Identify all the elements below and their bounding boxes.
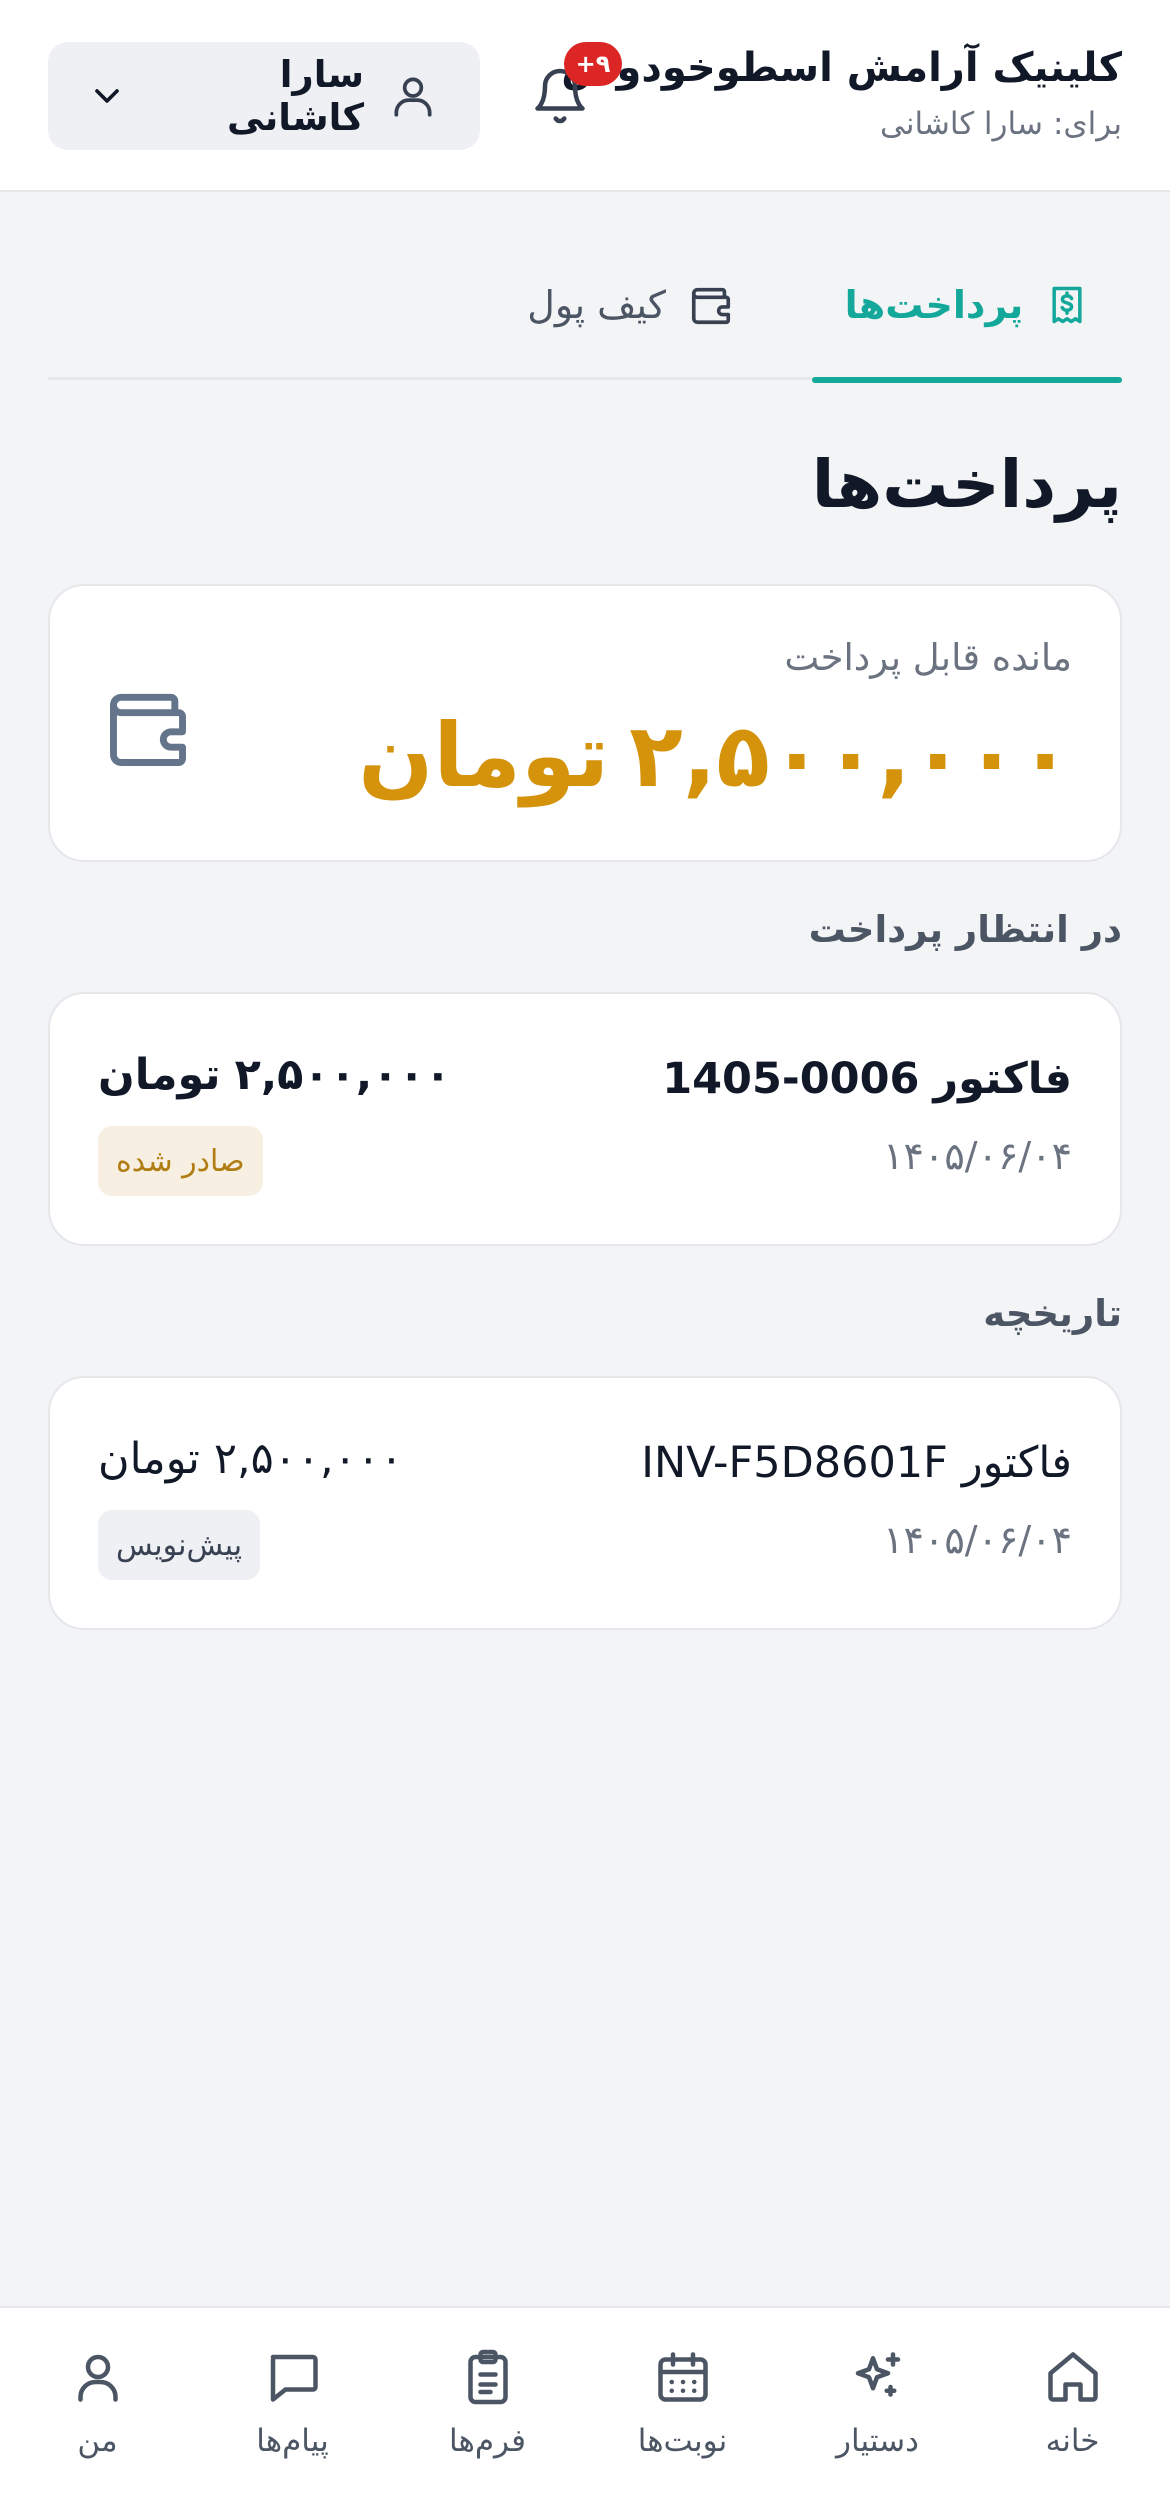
nav-item-messages[interactable]: پیام‌ها	[195, 2308, 390, 2496]
nav-item-label: خانه	[1045, 2423, 1100, 2459]
invoice-card-history[interactable]: فاکتور INV-F5D8601F ۱۴۰۵/۰۶/۰۴ ۲,۵۰۰,۰۰۰ ت…	[48, 1376, 1122, 1630]
clipboard-icon	[456, 2345, 520, 2409]
nav-item-label: دستیار	[836, 2423, 919, 2459]
nav-item-label: نوبت‌ها	[637, 2423, 728, 2459]
invoice-amount-unit: تومان	[98, 1050, 221, 1100]
for-label: برای:	[1052, 106, 1122, 142]
bottom-nav: خانه دستیار نوبت‌ها	[0, 2306, 1170, 2496]
invoice-amount: ۲,۵۰۰,۰۰۰ تومان	[98, 1434, 403, 1484]
invoice-amount-value: ۲,۵۰۰,۰۰۰	[234, 1050, 451, 1100]
balance-amount-unit: تومان	[358, 704, 610, 807]
invoice-title: فاکتور 1405-0006	[662, 1054, 1072, 1104]
invoice-prefix: فاکتور	[933, 1054, 1072, 1104]
invoice-card-pending[interactable]: فاکتور 1405-0006 ۱۴۰۵/۰۶/۰۴ ۲,۵۰۰,۰۰۰ توما…	[48, 992, 1122, 1246]
home-icon	[1041, 2345, 1105, 2409]
tab-payments-label: پرداخت‌ها	[844, 283, 1024, 327]
notification-badge: ۹+	[564, 42, 622, 86]
invoice-prefix: فاکتور	[961, 1438, 1072, 1488]
history-section-title: تاریخچه	[983, 1292, 1122, 1335]
tab-bar: پرداخت‌ها کیف پول	[48, 230, 1122, 383]
invoice-number: 1405-0006	[662, 1054, 920, 1104]
clinic-name: کلینیک آرامش اسطوخودوس	[561, 45, 1122, 91]
page-title: پرداخت‌ها	[811, 446, 1122, 523]
balance-amount-value: ۲,۵۰۰,۰۰۰	[629, 704, 1072, 807]
user-switcher-name: سارا کاشانی	[226, 53, 364, 139]
invoice-title: فاکتور INV-F5D8601F	[641, 1438, 1072, 1488]
invoice-amount-unit: تومان	[98, 1434, 200, 1484]
tab-payments[interactable]: پرداخت‌ها	[812, 230, 1122, 383]
clinic-for-line: برای:سارا کاشانی	[561, 102, 1122, 146]
status-badge: پیش‌نویس	[98, 1510, 261, 1580]
chevron-down-icon	[84, 73, 130, 119]
receipt-dollar-icon	[1045, 281, 1089, 329]
balance-amount: ۲,۵۰۰,۰۰۰تومان	[358, 696, 1072, 816]
user-icon	[386, 69, 440, 123]
nav-item-home[interactable]: خانه	[975, 2308, 1170, 2496]
user-icon	[66, 2345, 130, 2409]
nav-item-me[interactable]: من	[0, 2308, 195, 2496]
nav-item-appointments[interactable]: نوبت‌ها	[585, 2308, 780, 2496]
tab-wallet[interactable]: کیف پول	[489, 230, 772, 380]
balance-card: مانده قابل پرداخت ۲,۵۰۰,۰۰۰تومان	[48, 584, 1122, 862]
invoice-date: ۱۴۰۵/۰۶/۰۴	[883, 1518, 1072, 1562]
invoice-date: ۱۴۰۵/۰۶/۰۴	[883, 1134, 1072, 1178]
wallet-icon	[102, 682, 194, 778]
clinic-info: کلینیک آرامش اسطوخودوس برای:سارا کاشانی	[561, 38, 1122, 146]
wallet-icon	[688, 282, 734, 328]
message-icon	[261, 2345, 325, 2409]
notifications-button[interactable]: ۹+	[520, 42, 622, 142]
nav-item-label: من	[77, 2423, 118, 2459]
invoice-amount: ۲,۵۰۰,۰۰۰ تومان	[98, 1050, 451, 1100]
sparkles-icon	[846, 2345, 910, 2409]
invoice-number: INV-F5D8601F	[641, 1438, 948, 1488]
tab-wallet-label: کیف پول	[527, 283, 666, 327]
nav-item-label: فرم‌ها	[449, 2423, 526, 2459]
pending-section-title: در انتظار پرداخت	[808, 908, 1122, 951]
status-badge: صادر شده	[98, 1126, 263, 1196]
user-switcher[interactable]: سارا کاشانی	[48, 42, 480, 150]
nav-item-forms[interactable]: فرم‌ها	[390, 2308, 585, 2496]
balance-label: مانده قابل پرداخت	[784, 636, 1072, 679]
nav-item-label: پیام‌ها	[256, 2423, 329, 2459]
invoice-amount-value: ۲,۵۰۰,۰۰۰	[213, 1434, 403, 1484]
app-header: کلینیک آرامش اسطوخودوس برای:سارا کاشانی …	[0, 0, 1170, 192]
for-value: سارا کاشانی	[879, 106, 1043, 142]
nav-item-assistant[interactable]: دستیار	[780, 2308, 975, 2496]
calendar-icon	[651, 2345, 715, 2409]
